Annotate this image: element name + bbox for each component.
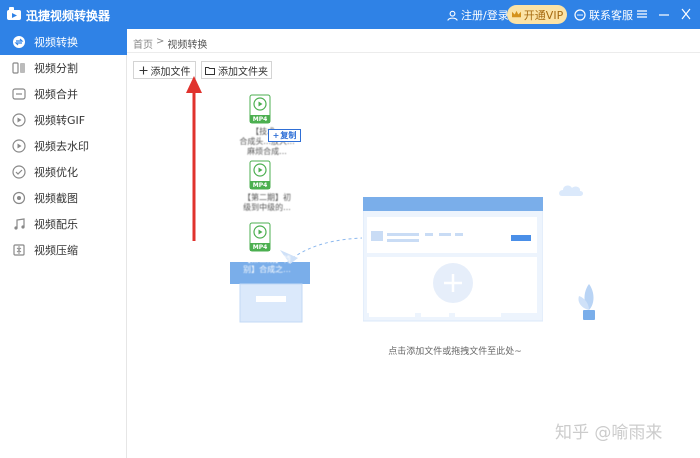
copy-tooltip: + 复制 [268,129,301,142]
cloud-icon [559,185,583,196]
sidebar-item-merge[interactable]: 视频合并 [0,81,127,107]
sidebar-item-label: 视频压缩 [34,244,78,257]
file-badge: MP4 [252,116,268,123]
sidebar-item-gif[interactable]: 视频转GIF [0,107,127,133]
file-name: 【第三期】特 别】合成之... [243,255,291,274]
breadcrumb: 首页 > 视频转换 [133,36,207,51]
music-icon [12,217,26,231]
login-label: 注册/登录 [461,9,509,22]
menu-icon[interactable] [636,5,650,23]
file-badge: MP4 [252,244,268,251]
gif-icon [12,113,26,127]
sidebar-item-label: 视频转GIF [34,114,86,127]
sidebar-item-label: 视频去水印 [34,140,89,153]
file-badge: MP4 [252,182,268,189]
title-bar: 迅捷视频转换器 注册/登录 开通VIP 联系客服 [0,0,700,29]
watermark-remove-icon [12,139,26,153]
plus-icon [139,66,148,75]
convert-icon [12,35,26,49]
screenshot-icon [12,191,26,205]
user-icon [447,10,458,21]
sidebar-item-label: 视频截图 [34,192,78,205]
sidebar-item-label: 视频转换 [34,36,78,49]
breadcrumb-separator: > [156,36,165,47]
watermark: 知乎 @喻雨来 [555,423,663,443]
sidebar: 视频转换 视频分割 视频合并 视频转GIF 视频去水印 视频优化 视频截图 视频… [0,29,127,458]
sidebar-item-watermark[interactable]: 视频去水印 [0,133,127,159]
sidebar-item-optimize[interactable]: 视频优化 [0,159,127,185]
app-title: 迅捷视频转换器 [26,9,111,23]
drop-hint-text: 点击添加文件或拖拽文件至此处~ [388,347,522,357]
close-icon[interactable] [680,5,694,23]
add-folder-button[interactable]: 添加文件夹 [201,61,272,79]
breadcrumb-current: 视频转换 [167,40,208,51]
folder-icon [205,66,215,75]
optimize-icon [12,165,26,179]
file-name: 【第二期】初 级到中级的... [243,193,291,212]
minimize-icon[interactable] [658,5,672,23]
vip-label: 开通VIP [523,8,564,22]
merge-icon [12,87,26,101]
app-logo-icon [6,6,22,22]
plus-icon: + [272,131,280,140]
plant-icon [578,284,595,320]
support-button[interactable]: 联系客服 [574,7,633,23]
sidebar-item-label: 视频优化 [34,166,78,179]
login-button[interactable]: 注册/登录 [447,7,509,23]
sidebar-item-label: 视频分割 [34,62,78,75]
annotation-arrow [186,76,202,241]
drop-area-illustration[interactable] [363,197,543,323]
copy-tooltip-label: 复制 [280,131,297,140]
sidebar-item-label: 视频配乐 [34,218,78,231]
sidebar-item-compress[interactable]: 视频压缩 [0,237,127,263]
vip-button[interactable]: 开通VIP [507,5,567,24]
breadcrumb-home[interactable]: 首页 [133,36,153,51]
sidebar-item-split[interactable]: 视频分割 [0,55,127,81]
split-icon [12,61,26,75]
support-label: 联系客服 [589,9,633,22]
compress-icon [12,243,26,257]
sidebar-item-label: 视频合并 [34,88,78,101]
sidebar-item-convert[interactable]: 视频转换 [0,29,127,55]
add-folder-label: 添加文件夹 [218,66,268,78]
crown-icon [511,10,522,19]
headset-icon [574,9,586,21]
breadcrumb-divider [127,52,700,53]
sidebar-item-music[interactable]: 视频配乐 [0,211,127,237]
sidebar-item-screenshot[interactable]: 视频截图 [0,185,127,211]
